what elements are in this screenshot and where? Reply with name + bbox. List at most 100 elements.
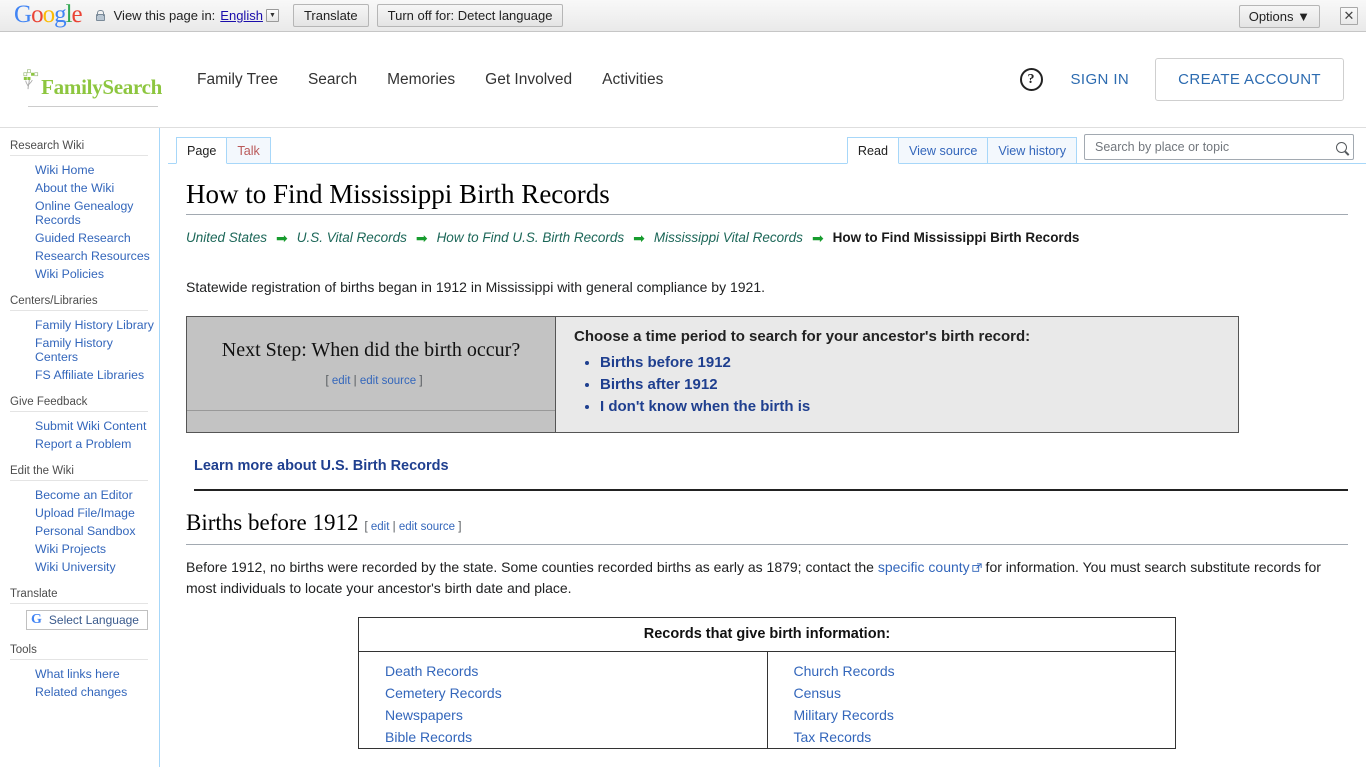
edit-link[interactable]: edit xyxy=(371,521,390,533)
divider xyxy=(10,603,148,604)
divider xyxy=(194,489,1348,491)
nav-item-family-tree[interactable]: Family Tree xyxy=(197,71,278,89)
google-logo-letter: g xyxy=(54,1,66,28)
sidebar-item-guided-research[interactable]: Guided Research xyxy=(10,229,159,247)
nav-item-get-involved[interactable]: Get Involved xyxy=(485,71,572,89)
tab-page[interactable]: Page xyxy=(176,137,228,164)
list-item: Upload File/Image xyxy=(10,504,159,522)
nav-item-activities[interactable]: Activities xyxy=(602,71,663,89)
record-link-military-records[interactable]: Military Records xyxy=(794,704,1176,726)
logo-underline xyxy=(28,105,158,107)
list-item: About the Wiki xyxy=(10,179,159,197)
turn-off-translate-button[interactable]: Turn off for: Detect language xyxy=(376,4,564,27)
record-link-death-records[interactable]: Death Records xyxy=(385,660,767,682)
sidebar-item-report-a-problem[interactable]: Report a Problem xyxy=(10,435,159,453)
bracket-open: [ xyxy=(364,521,368,533)
sidebar-item-family-history-library[interactable]: Family History Library xyxy=(10,316,159,334)
next-step-right-panel: Choose a time period to search for your … xyxy=(556,317,1238,432)
breadcrumb-item-mississippi-vital-records[interactable]: Mississippi Vital Records xyxy=(654,229,803,247)
tab-talk[interactable]: Talk xyxy=(226,137,271,163)
sidebar-item-online-genealogy-records[interactable]: Online Genealogy Records xyxy=(10,197,159,229)
record-link-newspapers[interactable]: Newspapers xyxy=(385,704,767,726)
search-box[interactable] xyxy=(1084,134,1354,160)
nav-item-search[interactable]: Search xyxy=(308,71,357,89)
tab-view-history[interactable]: View history xyxy=(987,137,1077,163)
breadcrumb-item-us-vital-records[interactable]: U.S. Vital Records xyxy=(297,229,407,247)
article: How to Find Mississippi Birth Records Un… xyxy=(160,164,1366,749)
sidebar-item-become-an-editor[interactable]: Become an Editor xyxy=(10,486,159,504)
content-area: Page Talk Read View source View history … xyxy=(160,128,1366,767)
nav-item-memories[interactable]: Memories xyxy=(387,71,455,89)
bracket-close: ] xyxy=(419,375,423,387)
learn-more-wrap: Learn more about U.S. Birth Records xyxy=(186,457,1348,474)
sidebar-item-research-resources[interactable]: Research Resources xyxy=(10,247,159,265)
create-account-button[interactable]: CREATE ACCOUNT xyxy=(1155,58,1344,101)
list-item: Births before 1912 xyxy=(600,354,1224,371)
divider: | xyxy=(392,521,396,533)
record-link-church-records[interactable]: Church Records xyxy=(794,660,1176,682)
option-dont-know-when[interactable]: I don't know when the birth is xyxy=(600,398,810,415)
breadcrumb-item-united-states[interactable]: United States xyxy=(186,229,267,247)
learn-more-link[interactable]: Learn more about U.S. Birth Records xyxy=(194,458,449,474)
help-icon[interactable]: ? xyxy=(1019,68,1043,91)
record-link-bible-records[interactable]: Bible Records xyxy=(385,726,767,748)
record-link-census[interactable]: Census xyxy=(794,682,1176,704)
list-item: Wiki Policies xyxy=(10,265,159,283)
tab-read[interactable]: Read xyxy=(846,137,899,164)
external-link-icon xyxy=(972,563,982,572)
sidebar-item-upload-file-image[interactable]: Upload File/Image xyxy=(10,504,159,522)
sidebar-item-what-links-here[interactable]: What links here xyxy=(10,665,159,683)
sidebar-item-wiki-projects[interactable]: Wiki Projects xyxy=(10,540,159,558)
specific-county-link[interactable]: specific county xyxy=(878,559,970,575)
sidebar-item-family-history-centers[interactable]: Family History Centers xyxy=(10,334,159,366)
option-births-before-1912[interactable]: Births before 1912 xyxy=(600,354,731,371)
list-item: Research Resources xyxy=(10,247,159,265)
google-translate-bar: Google View this page in: English ▼ Tran… xyxy=(0,0,1366,32)
edit-source-link[interactable]: edit source xyxy=(399,521,455,533)
option-births-after-1912[interactable]: Births after 1912 xyxy=(600,376,718,393)
edit-links: [ edit | edit source ] xyxy=(364,521,461,533)
sidebar-group-tools: What links here Related changes xyxy=(10,660,159,701)
list-item: Family History Library xyxy=(10,316,159,334)
familysearch-logo[interactable]: FamilySearch xyxy=(22,62,162,107)
select-language-dropdown[interactable]: G Select Language xyxy=(26,610,148,630)
list-item: Guided Research xyxy=(10,229,159,247)
sidebar-item-wiki-policies[interactable]: Wiki Policies xyxy=(10,265,159,283)
list-item: Wiki Home xyxy=(10,161,159,179)
search-icon[interactable] xyxy=(1336,141,1347,153)
sidebar-group-centers-libraries: Family History Library Family History Ce… xyxy=(10,311,159,384)
translate-button[interactable]: Translate xyxy=(292,4,369,27)
record-link-cemetery-records[interactable]: Cemetery Records xyxy=(385,682,767,704)
search-input[interactable] xyxy=(1093,139,1332,155)
sidebar-item-submit-wiki-content[interactable]: Submit Wiki Content xyxy=(10,417,159,435)
breadcrumb-item-current: How to Find Mississippi Birth Records xyxy=(832,230,1080,245)
list-item: Wiki Projects xyxy=(10,540,159,558)
bracket-open: [ xyxy=(325,375,329,387)
record-link-tax-records[interactable]: Tax Records xyxy=(794,726,1176,748)
sidebar-item-about-the-wiki[interactable]: About the Wiki xyxy=(10,179,159,197)
sidebar-item-fs-affiliate-libraries[interactable]: FS Affiliate Libraries xyxy=(10,366,159,384)
translate-options-button[interactable]: Options ▼ xyxy=(1238,5,1320,28)
view-tabs: Read View source View history xyxy=(846,134,1354,164)
close-icon[interactable]: ✕ xyxy=(1340,7,1358,25)
edit-link[interactable]: edit xyxy=(332,375,351,387)
list-item: What links here xyxy=(10,665,159,683)
page-title: How to Find Mississippi Birth Records xyxy=(186,178,1348,215)
arrow-right-icon: ➡ xyxy=(633,230,645,246)
google-logo-letter: o xyxy=(31,1,43,28)
edit-source-link[interactable]: edit source xyxy=(360,375,416,387)
sidebar-item-wiki-university[interactable]: Wiki University xyxy=(10,558,159,576)
edit-links: [ edit | edit source ] xyxy=(325,375,422,387)
sidebar-item-related-changes[interactable]: Related changes xyxy=(10,683,159,701)
sidebar-item-personal-sandbox[interactable]: Personal Sandbox xyxy=(10,522,159,540)
list-item: FS Affiliate Libraries xyxy=(10,366,159,384)
list-item: Personal Sandbox xyxy=(10,522,159,540)
breadcrumb-item-how-to-find-us-birth-records[interactable]: How to Find U.S. Birth Records xyxy=(437,229,625,247)
sidebar-item-wiki-home[interactable]: Wiki Home xyxy=(10,161,159,179)
sign-in-link[interactable]: SIGN IN xyxy=(1071,71,1130,88)
paragraph-part-1: Before 1912, no births were recorded by … xyxy=(186,559,878,575)
next-step-box: Next Step: When did the birth occur? [ ed… xyxy=(186,316,1239,433)
next-step-title-text: Next Step: When did the birth occur? xyxy=(221,339,521,361)
language-selector[interactable]: English ▼ xyxy=(220,8,279,23)
tab-view-source[interactable]: View source xyxy=(897,137,989,163)
